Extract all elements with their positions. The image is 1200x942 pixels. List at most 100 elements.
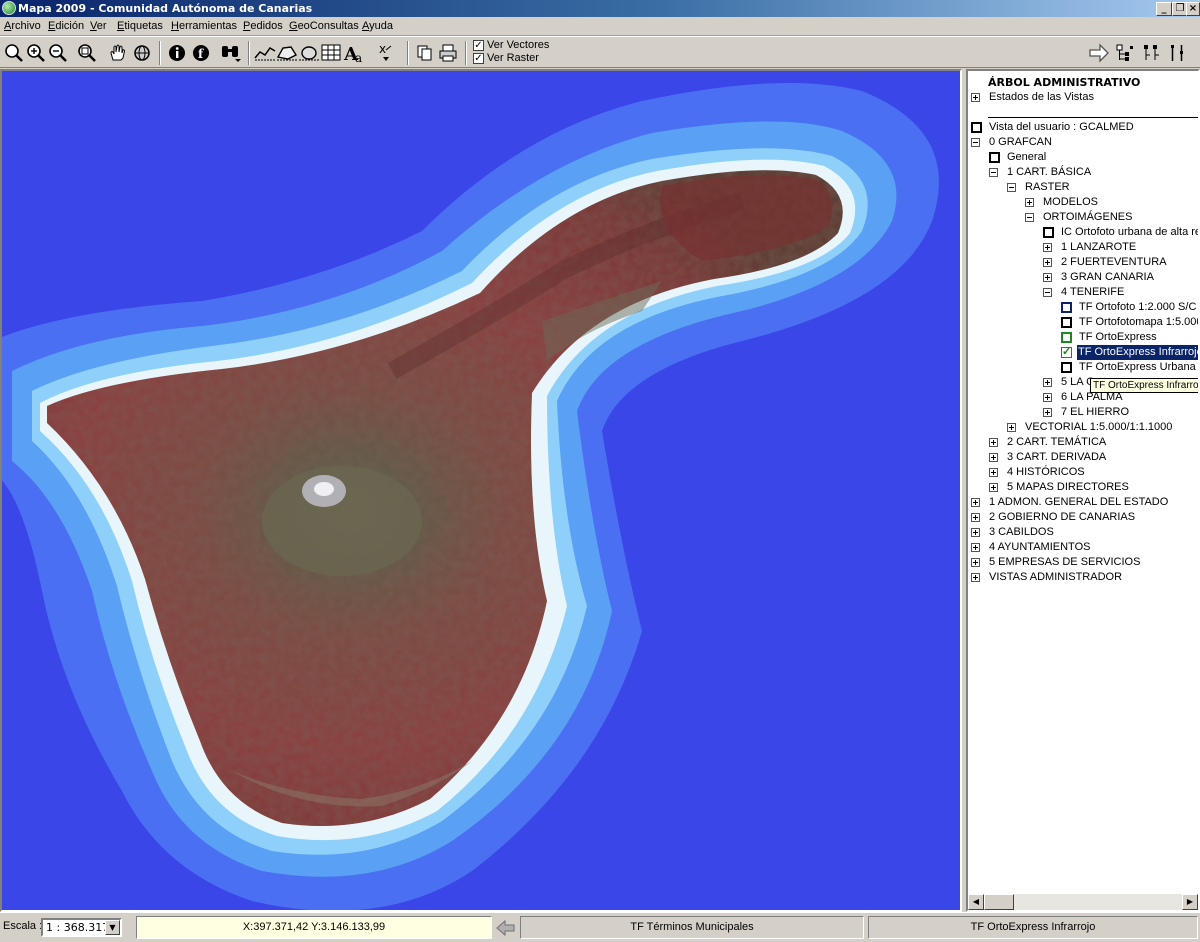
ver-vectores-checkbox[interactable]: ✓ Ver Vectores [473, 39, 549, 51]
vertical-split-icon[interactable] [1166, 42, 1188, 64]
layer-terminos-panel: TF Términos Municipales [520, 916, 864, 939]
point-icon[interactable] [298, 42, 320, 64]
map-canvas[interactable] [2, 71, 960, 910]
copy-icon[interactable] [414, 42, 436, 64]
font-info-icon[interactable]: f [190, 42, 212, 64]
tree-label: VECTORIAL 1:5.000/1:1.1000 [1025, 421, 1173, 433]
expand-plus-icon[interactable] [989, 468, 998, 477]
expand-plus-icon[interactable] [1043, 378, 1052, 387]
window-title: Mapa 2009 - Comunidad Autónoma de Canari… [18, 2, 313, 15]
checked-checkbox-icon[interactable] [1061, 345, 1072, 360]
expand-plus-icon[interactable] [971, 498, 980, 507]
expand-plus-icon[interactable] [971, 528, 980, 537]
expand-plus-icon[interactable] [1025, 198, 1034, 207]
expand-plus-icon[interactable] [971, 558, 980, 567]
menu-ver[interactable]: Ver [90, 20, 107, 32]
checkbox-icon[interactable] [1061, 302, 1072, 313]
tree-label: 1 LANZAROTE [1061, 241, 1137, 253]
expand-plus-icon[interactable] [989, 438, 998, 447]
collapse-minus-icon[interactable] [1025, 213, 1034, 222]
collapse-minus-icon[interactable] [1007, 183, 1016, 192]
zoom-icon[interactable] [3, 42, 25, 64]
tree-label: General [1007, 151, 1047, 163]
scale-value: 1 : 368.317 [46, 921, 110, 934]
tree-label: 0 GRAFCAN [989, 136, 1052, 148]
checkbox-icon[interactable] [1061, 362, 1072, 373]
x-cursor-icon[interactable]: x [376, 42, 398, 64]
zoom-in-icon[interactable] [25, 42, 47, 64]
label-icon[interactable]: Aa [342, 42, 364, 64]
expand-plus-icon[interactable] [989, 483, 998, 492]
collapse-minus-icon[interactable] [1043, 288, 1052, 297]
expand-plus-icon[interactable] [1043, 258, 1052, 267]
tree-label: 3 CART. DERIVADA [1007, 451, 1107, 463]
scroll-right-icon[interactable]: ▶ [1182, 894, 1198, 910]
tree-label: TF Ortofotomapa 1:5.000/1 [1079, 316, 1200, 328]
expand-plus-icon[interactable] [971, 513, 980, 522]
checkbox-icon[interactable] [1061, 317, 1072, 328]
menu-geoconsultas[interactable]: GeoConsultas [289, 20, 359, 32]
forward-arrow-icon[interactable] [1088, 42, 1110, 64]
expand-plus-icon[interactable] [989, 453, 998, 462]
zoom-out-icon[interactable] [47, 42, 69, 64]
toolbar-separator [465, 41, 467, 65]
tree-label: 5 EMPRESAS DE SERVICIOS [989, 556, 1141, 568]
ver-raster-checkbox[interactable]: ✓ Ver Raster [473, 52, 539, 64]
status-bar: Escala : 1 : 368.317 ▼ X:397.371,42 Y:3.… [0, 912, 1200, 942]
menu-bar: Archivo Edición Ver Etiquetas Herramient… [0, 17, 1200, 36]
checkbox-icon[interactable] [1043, 227, 1054, 238]
measure-line-icon[interactable] [254, 42, 276, 64]
checkbox-icon[interactable] [971, 122, 982, 133]
expand-plus-icon[interactable] [971, 543, 980, 552]
info-icon[interactable] [166, 42, 188, 64]
tenerife-map[interactable] [2, 71, 960, 910]
tree-label: TF OrtoExpress Urbana (alt [1079, 361, 1198, 373]
globe-icon[interactable] [131, 42, 153, 64]
minimize-button[interactable]: _ [1156, 2, 1172, 16]
menu-pedidos[interactable]: Pedidos [243, 20, 283, 32]
expand-plus-icon[interactable] [1043, 393, 1052, 402]
tree-label: 4 HISTÓRICOS [1007, 466, 1085, 478]
menu-archivo[interactable]: Archivo [4, 20, 41, 32]
expand-plus-icon[interactable] [1007, 423, 1016, 432]
expand-plus-icon[interactable] [1043, 408, 1052, 417]
checkbox-icon[interactable] [1061, 332, 1072, 343]
binoculars-icon[interactable] [220, 42, 242, 64]
menu-herramientas[interactable]: Herramientas [171, 20, 237, 32]
expand-plus-icon[interactable] [971, 93, 980, 102]
chevron-down-icon[interactable]: ▼ [105, 920, 120, 935]
tree-label: 7 EL HIERRO [1061, 406, 1130, 418]
menu-edicion[interactable]: Edición [48, 20, 84, 32]
menu-ayuda[interactable]: Ayuda [362, 20, 393, 32]
tree-label: TF Ortofoto 1:2.000 S/C TF [1079, 301, 1200, 313]
tooltip: TF OrtoExpress Infrarrojo [1090, 378, 1198, 393]
horizontal-scrollbar[interactable]: ◀ ▶ [968, 894, 1198, 910]
print-icon[interactable] [437, 42, 459, 64]
measure-area-icon[interactable] [276, 42, 298, 64]
expand-plus-icon[interactable] [1043, 243, 1052, 252]
ver-vectores-check-icon[interactable]: ✓ [473, 39, 484, 51]
tree-label: MODELOS [1043, 196, 1099, 208]
tree-collapse-icon[interactable] [1140, 42, 1162, 64]
tree-label: ORTOIMÁGENES [1043, 211, 1133, 223]
grid-icon[interactable] [320, 42, 342, 64]
menu-etiquetas[interactable]: Etiquetas [117, 20, 163, 32]
tree-label: VISTAS ADMINISTRADOR [989, 571, 1123, 583]
scroll-thumb[interactable] [984, 894, 1014, 910]
tree-expand-icon[interactable] [1114, 42, 1136, 64]
collapse-minus-icon[interactable] [989, 168, 998, 177]
close-button[interactable]: × [1186, 2, 1200, 16]
expand-plus-icon[interactable] [971, 573, 980, 582]
scroll-left-icon[interactable]: ◀ [968, 894, 984, 910]
back-arrow-icon[interactable] [496, 919, 516, 937]
tree-label-selected: TF OrtoExpress Infrarrojo [1077, 345, 1198, 360]
pan-hand-icon[interactable] [106, 42, 128, 64]
ver-raster-check-icon[interactable]: ✓ [473, 52, 484, 64]
scale-combobox[interactable]: 1 : 368.317 ▼ [41, 918, 122, 937]
expand-plus-icon[interactable] [1043, 273, 1052, 282]
administrative-tree-panel: ÁRBOL ADMINISTRATIVO Estados de las Vist… [966, 69, 1200, 912]
app-globe-icon [2, 1, 16, 15]
collapse-minus-icon[interactable] [971, 138, 980, 147]
zoom-extent-icon[interactable] [76, 42, 98, 64]
checkbox-icon[interactable] [989, 152, 1000, 163]
